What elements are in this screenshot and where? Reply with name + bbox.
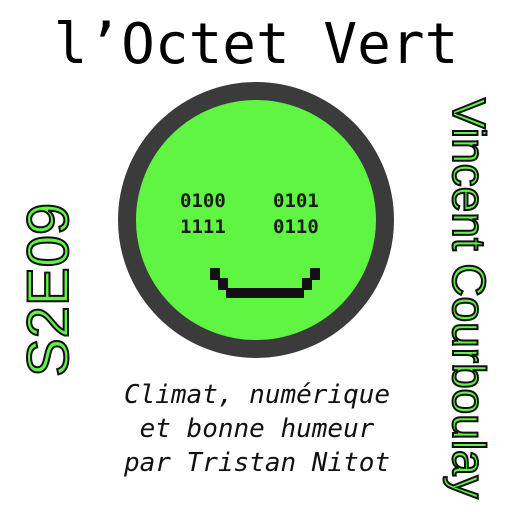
left-eye-line-1: 0100	[180, 190, 226, 212]
right-eye-binary: 0101 0110	[273, 188, 319, 240]
podcast-title: l’Octet Vert	[53, 12, 459, 77]
pixel-smile-mouth	[210, 268, 320, 308]
episode-label: S2E09	[15, 202, 82, 378]
tagline: Climat, numérique et bonne humeur par Tr…	[92, 378, 422, 480]
cover-artwork: l’Octet Vert 0100 1111 0101 0110 S2E09 V…	[0, 0, 512, 512]
right-eye-line-2: 0110	[273, 216, 319, 238]
tagline-line-2: et bonne humeur	[139, 414, 375, 444]
right-eye-line-1: 0101	[273, 190, 319, 212]
tagline-line-1: Climat, numérique	[123, 380, 391, 410]
guest-name: Vincent Courboulay	[442, 97, 496, 500]
left-eye-binary: 0100 1111	[180, 188, 226, 240]
mouth-right-corner-top	[310, 268, 320, 280]
smiley-face-logo: 0100 1111 0101 0110	[118, 82, 394, 358]
mouth-bottom-line	[226, 288, 304, 298]
tagline-line-3: par Tristan Nitot	[123, 448, 391, 478]
left-eye-line-2: 1111	[180, 216, 226, 238]
